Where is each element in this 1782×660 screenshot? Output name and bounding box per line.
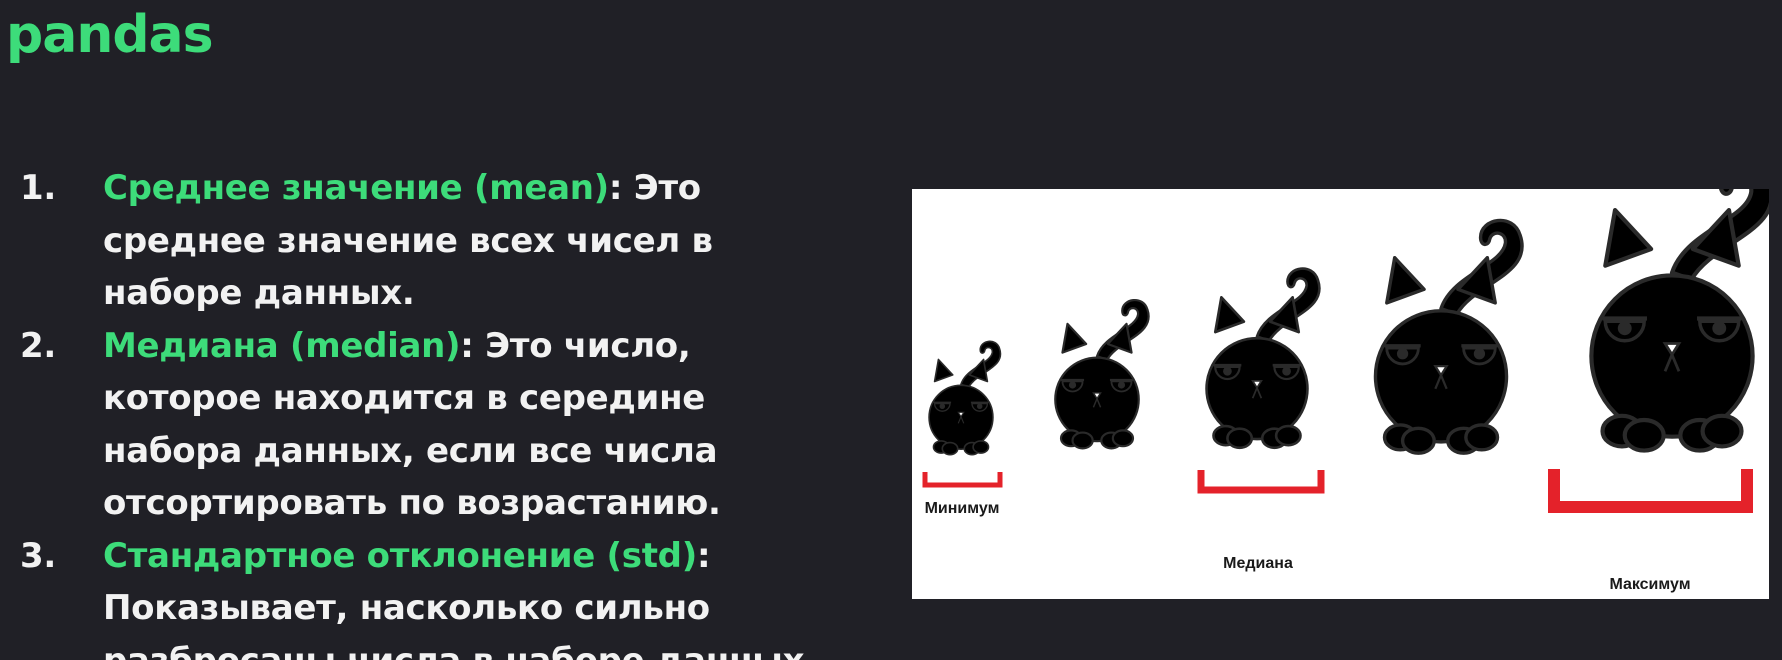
description-line: которое находится в середине (103, 378, 706, 418)
cat-small (1054, 298, 1150, 450)
description-line: наборе данных. (103, 273, 415, 313)
cat-median (1205, 267, 1321, 450)
item-number: 3. (20, 535, 56, 576)
label-median: Медиана (1223, 555, 1293, 572)
description-line: Это число, (473, 325, 691, 366)
description-line: Показывает, насколько сильно (103, 588, 710, 628)
brand-logo-icon (1646, 0, 1716, 20)
description-line: набора данных, если все числа (103, 430, 718, 471)
description-line: Это (622, 168, 701, 208)
bracket-maximum (1548, 469, 1753, 513)
term-separator: : (460, 325, 474, 366)
item-number: 1. (20, 168, 56, 208)
term-separator: : (608, 168, 623, 208)
description-line: среднее значение всех чисел в (103, 220, 713, 261)
term-separator: : (696, 535, 711, 576)
item-number: 2. (20, 325, 56, 366)
list-item-std: 3. Стандартное отклонение (std): Показыв… (20, 530, 880, 660)
term-mean: Среднее значение (mean) (103, 168, 609, 208)
statistics-list: 1. Среднее значение (mean): Это среднее … (20, 162, 880, 660)
label-maximum: Максимум (1609, 576, 1690, 593)
label-minimum: Минимум (925, 500, 1000, 517)
description-line: разбросаны числа в наборе данных. (103, 641, 817, 660)
cats-illustration: .dark .body, .dark .tail { fill: #616163… (912, 189, 1769, 599)
slide-title: pandas (6, 5, 214, 65)
slide: pandas 1. Среднее значение (mean): Это с… (0, 0, 1782, 660)
cat-maximum (1591, 189, 1769, 451)
cat-large (1373, 218, 1524, 455)
term-median: Медиана (median) (103, 325, 461, 366)
list-item-median: 2. Медиана (median): Это число, которое … (20, 320, 880, 530)
list-item-mean: 1. Среднее значение (mean): Это среднее … (20, 162, 880, 320)
term-std: Стандартное отклонение (std) (103, 535, 697, 576)
cat-minimum (928, 340, 1002, 456)
bracket-minimum (922, 472, 1003, 488)
bracket-median (1197, 470, 1325, 494)
description-line: отсортировать по возрастанию. (103, 483, 721, 523)
